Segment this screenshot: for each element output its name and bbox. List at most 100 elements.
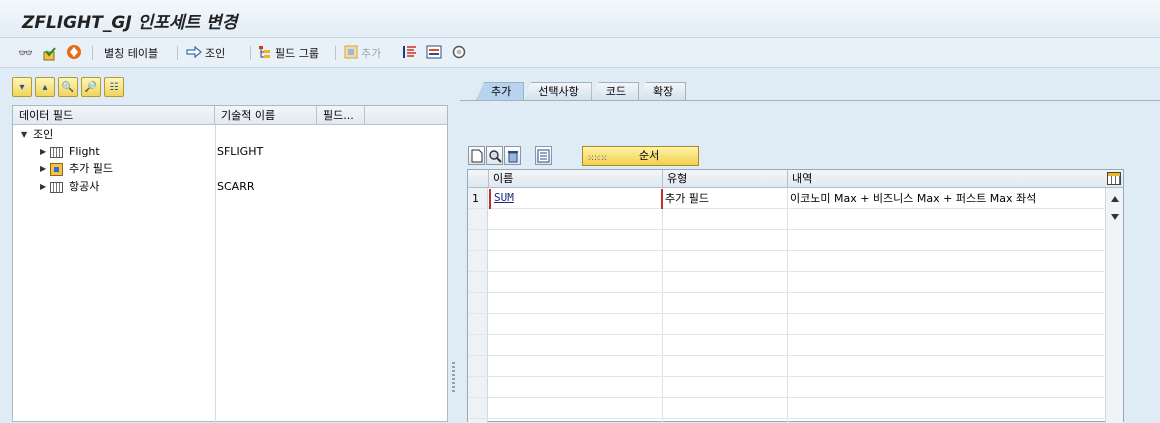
column-header-description[interactable]: 내역	[787, 170, 1105, 188]
table-row[interactable]	[468, 209, 1104, 230]
new-document-icon	[471, 149, 482, 162]
order-icon: ⁙⁙⁙	[587, 154, 608, 164]
generate-icon	[66, 44, 82, 63]
column-header-field[interactable]: 필드...	[317, 106, 365, 125]
table-row[interactable]	[468, 377, 1104, 398]
tab-extension[interactable]: 확장	[637, 82, 687, 100]
details-button[interactable]	[486, 146, 503, 165]
table-row[interactable]	[468, 398, 1104, 419]
local-field-button[interactable]	[535, 146, 552, 165]
table-row[interactable]	[468, 251, 1104, 272]
layout-icon[interactable]	[1107, 172, 1121, 185]
type-cell: 추가 필드	[665, 192, 709, 205]
trash-icon	[507, 150, 518, 162]
tree-node-flight[interactable]: ▶ Flight SFLIGHT	[13, 143, 447, 160]
tree-node-label: Flight	[69, 145, 100, 158]
row-number: 1	[472, 192, 479, 205]
scroll-down-icon[interactable]	[1111, 214, 1119, 220]
name-cell-text[interactable]: SUM	[494, 191, 514, 204]
collapsed-arrow-icon[interactable]: ▶	[40, 160, 46, 177]
table-row[interactable]	[468, 272, 1104, 293]
collapsed-arrow-icon[interactable]: ▶	[40, 178, 46, 195]
tab-code[interactable]: 코드	[590, 82, 639, 100]
screen-button[interactable]	[426, 44, 442, 62]
column-header-tech-name[interactable]: 기술적 이름	[215, 106, 317, 125]
collapse-all-button[interactable]: ▴	[35, 77, 55, 97]
additional-field-icon	[50, 160, 63, 177]
tree-toolbar: ▾ ▴ 🔍 🔎 ☷	[12, 77, 124, 99]
join-label: 조인	[205, 47, 226, 60]
table-row[interactable]	[468, 293, 1104, 314]
column-header-type[interactable]: 유형	[662, 170, 787, 188]
binoculars-plus-icon: 🔎	[84, 81, 98, 93]
tree-node-tech-name: SCARR	[217, 180, 255, 193]
order-button-label: 순서	[639, 149, 660, 162]
join-button[interactable]: 조인	[186, 44, 225, 62]
add-button[interactable]: 추가	[344, 44, 381, 62]
field-group-label: 필드 그룹	[275, 47, 319, 60]
order-button[interactable]: ⁙⁙⁙ 순서	[582, 146, 699, 166]
tree-node-airline[interactable]: ▶ 항공사 SCARR	[13, 178, 447, 195]
alias-table-button[interactable]: 별칭 테이블	[101, 44, 158, 62]
generate-button[interactable]	[66, 44, 82, 62]
grid-header: 이름 유형 내역	[468, 170, 1123, 188]
tab-strip: 추가 선택사항 코드 확장	[476, 82, 687, 100]
expand-arrow-icon[interactable]: ▼	[21, 126, 27, 143]
tree-node-join[interactable]: ▼ 조인	[13, 126, 447, 143]
additional-fields-grid: 이름 유형 내역 1 추가 필드 이코노미 Max + 비즈니스 Max + 퍼…	[467, 169, 1124, 423]
display-change-button[interactable]: 👓	[18, 44, 33, 62]
field-group-button[interactable]: 필드 그룹	[258, 44, 319, 62]
hierarchy-button[interactable]: ☷	[104, 77, 124, 97]
scroll-up-icon[interactable]	[1111, 196, 1119, 202]
application-toolbar: 👓 별칭 테이블 조인 필드 그룹 추가	[0, 38, 1160, 68]
page-title: ZFLIGHT_GJ 인포세트 변경	[22, 13, 238, 33]
text-list-icon	[402, 45, 418, 62]
alias-table-label: 별칭 테이블	[104, 47, 159, 60]
tab-add[interactable]: 추가	[476, 82, 525, 100]
table-row[interactable]	[468, 314, 1104, 335]
binoculars-icon: 🔍	[61, 81, 75, 93]
grid-toolbar	[468, 146, 552, 166]
table-row[interactable]	[468, 356, 1104, 377]
find-button[interactable]: 🔍	[58, 77, 78, 97]
expand-icon: ▾	[19, 81, 25, 93]
add-field-icon	[344, 45, 358, 62]
hierarchy-icon: ☷	[109, 81, 119, 93]
tree-node-label: 항공사	[69, 180, 100, 193]
title-bar: ZFLIGHT_GJ 인포세트 변경	[0, 0, 1160, 38]
add-label: 추가	[361, 47, 382, 60]
tree-node-label: 조인	[33, 128, 54, 141]
check-button[interactable]	[42, 44, 56, 62]
panel-splitter[interactable]	[452, 362, 455, 392]
collapsed-arrow-icon[interactable]: ▶	[40, 143, 46, 160]
column-header-data-field[interactable]: 데이터 필드	[13, 106, 215, 125]
delete-button[interactable]	[504, 146, 521, 165]
text-button[interactable]	[402, 44, 418, 62]
tab-selection[interactable]: 선택사항	[523, 82, 592, 100]
arrow-right-icon	[186, 45, 202, 61]
collapse-icon: ▴	[42, 81, 48, 93]
glasses-pencil-icon: 👓	[18, 46, 33, 60]
document-list-icon	[537, 149, 550, 162]
data-field-tree: 데이터 필드 기술적 이름 필드... ▼ 조인 ▶ Flight SFLIGH…	[12, 105, 448, 423]
status-button[interactable]	[452, 44, 466, 62]
magnifier-icon	[488, 149, 502, 163]
column-header-name[interactable]: 이름	[488, 170, 662, 188]
field-group-icon	[258, 45, 272, 62]
table-icon	[50, 143, 63, 160]
expand-all-button[interactable]: ▾	[12, 77, 32, 97]
tree-node-label: 추가 필드	[69, 162, 113, 175]
table-row[interactable]	[468, 230, 1104, 251]
description-cell: 이코노미 Max + 비즈니스 Max + 퍼스트 Max 좌석	[790, 192, 1037, 205]
vertical-scrollbar[interactable]	[1105, 188, 1123, 423]
check-icon	[42, 46, 56, 61]
circle-icon	[452, 45, 466, 62]
screen-icon	[426, 45, 442, 62]
name-cell-selected[interactable]: SUM	[489, 189, 663, 209]
table-icon	[50, 178, 63, 195]
tree-node-additional-fields[interactable]: ▶ 추가 필드	[13, 160, 447, 177]
new-button[interactable]	[468, 146, 485, 165]
find-next-button[interactable]: 🔎	[81, 77, 101, 97]
tree-node-tech-name: SFLIGHT	[217, 145, 264, 158]
table-row[interactable]	[468, 335, 1104, 356]
